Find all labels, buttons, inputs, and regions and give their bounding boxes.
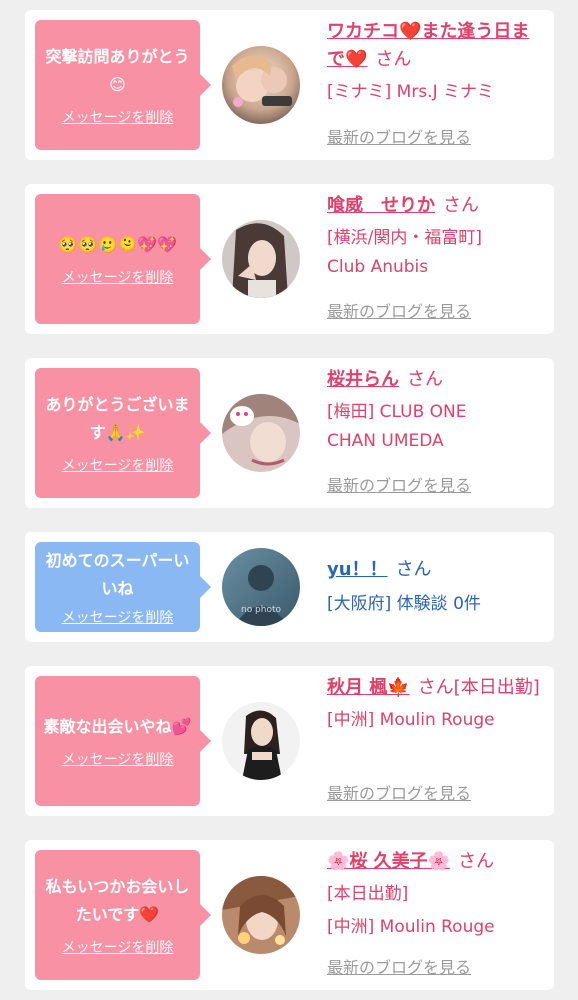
sender-info: 🌸桜 久美子🌸 さん [本日出勤] [中洲] Moulin Rouge <box>327 848 547 942</box>
honorific: さん <box>395 559 432 580</box>
message-text: ありがとうございます🙏✨ <box>45 395 190 442</box>
shop-label: [大阪府] 体験談 0件 <box>327 594 481 614</box>
avatar[interactable] <box>222 220 300 298</box>
latest-blog-link[interactable]: 最新のブログを見る <box>327 124 471 148</box>
message-bubble: 私もいつかお会いしたいです❤️ メッセージを削除 <box>35 850 211 980</box>
avatar[interactable] <box>222 394 300 472</box>
sender-name-link[interactable]: 🌸桜 久美子🌸 <box>327 851 450 872</box>
honorific: さん <box>458 851 495 872</box>
message-bubble: 素敵な出会いやね💕 メッセージを削除 <box>35 676 211 806</box>
message-text: 🥺🥺🥲🫠💖💖 <box>57 235 178 254</box>
message-list: 突撃訪問ありがとう😊 メッセージを削除 ワカチコ❤️また逢う日まで❤️ さん [… <box>0 0 578 1000</box>
sender-info: 桜井らん さん [梅田] CLUB ONE CHAN UMEDA <box>327 366 547 456</box>
shop-label: [梅田] CLUB ONE CHAN UMEDA <box>327 402 467 451</box>
message-card: 私もいつかお会いしたいです❤️ メッセージを削除 🌸桜 久美子🌸 さん [本日出勤… <box>25 840 554 990</box>
honorific: さん[本日出勤] <box>417 677 540 698</box>
latest-blog-link[interactable]: 最新のブログを見る <box>327 298 471 322</box>
delete-message-link[interactable]: メッセージを削除 <box>62 107 174 127</box>
sender-info: 秋月 楓🍁 さん[本日出勤] [中洲] Moulin Rouge <box>327 674 547 735</box>
sender-info: yu！！ さん [大阪府] 体験談 0件 <box>327 556 547 619</box>
honorific: さん <box>375 49 412 70</box>
sender-name-link[interactable]: 桜井らん <box>327 369 399 390</box>
delete-message-link[interactable]: メッセージを削除 <box>62 937 174 957</box>
message-card: ありがとうございます🙏✨ メッセージを削除 桜井らん さん [梅田] CLUB O… <box>25 358 554 508</box>
message-card: 素敵な出会いやね💕 メッセージを削除 秋月 楓🍁 さん[本日出勤] [中洲] Mo… <box>25 666 554 816</box>
sender-name-link[interactable]: ワカチコ❤️また逢う日まで❤️ <box>327 21 529 70</box>
message-bubble: ありがとうございます🙏✨ メッセージを削除 <box>35 368 211 498</box>
latest-blog-link[interactable]: 最新のブログを見る <box>327 954 471 978</box>
message-text: 突撃訪問ありがとう😊 <box>45 47 190 94</box>
sender-info: 喰威 せりか さん [横浜/関内・福富町] Club Anubis <box>327 192 547 282</box>
status-label: [本日出勤] <box>327 884 409 904</box>
avatar[interactable] <box>222 702 300 780</box>
shop-label: [中洲] Moulin Rouge <box>327 710 495 730</box>
avatar[interactable]: no photo <box>222 548 300 626</box>
sender-name-link[interactable]: 秋月 楓🍁 <box>327 677 410 698</box>
latest-blog-link[interactable]: 最新のブログを見る <box>327 780 471 804</box>
message-card: 初めてのスーパーいいね メッセージを削除 no photo yu！！ さん [大… <box>25 532 554 642</box>
svg-text:no photo: no photo <box>241 605 282 615</box>
shop-label: [横浜/関内・福富町] Club Anubis <box>327 228 482 277</box>
shop-label: [中洲] Moulin Rouge <box>327 917 495 937</box>
delete-message-link[interactable]: メッセージを削除 <box>62 749 174 769</box>
message-card: 🥺🥺🥲🫠💖💖 メッセージを削除 喰威 せりか さん [横浜/関内・福富町] Clu… <box>25 184 554 334</box>
honorific: さん <box>443 195 479 216</box>
avatar[interactable] <box>222 876 300 954</box>
honorific: さん <box>407 369 443 390</box>
shop-label: [ミナミ] Mrs.J ミナミ <box>327 82 495 102</box>
message-card: 突撃訪問ありがとう😊 メッセージを削除 ワカチコ❤️また逢う日まで❤️ さん [… <box>25 10 554 160</box>
sender-name-link[interactable]: 喰威 せりか <box>327 195 435 216</box>
message-bubble: 初めてのスーパーいいね メッセージを削除 <box>35 542 211 632</box>
delete-message-link[interactable]: メッセージを削除 <box>62 267 174 287</box>
delete-message-link[interactable]: メッセージを削除 <box>62 607 174 627</box>
message-bubble: 🥺🥺🥲🫠💖💖 メッセージを削除 <box>35 194 211 324</box>
sender-info: ワカチコ❤️また逢う日まで❤️ さん [ミナミ] Mrs.J ミナミ <box>327 18 547 107</box>
message-bubble: 突撃訪問ありがとう😊 メッセージを削除 <box>35 20 211 150</box>
latest-blog-link[interactable]: 最新のブログを見る <box>327 472 471 496</box>
sender-name-link[interactable]: yu！！ <box>327 559 388 580</box>
message-text: 初めてのスーパーいいね <box>45 551 190 598</box>
message-text: 素敵な出会いやね💕 <box>43 717 192 736</box>
message-text: 私もいつかお会いしたいです❤️ <box>45 877 190 924</box>
delete-message-link[interactable]: メッセージを削除 <box>62 455 174 475</box>
avatar[interactable] <box>222 46 300 124</box>
